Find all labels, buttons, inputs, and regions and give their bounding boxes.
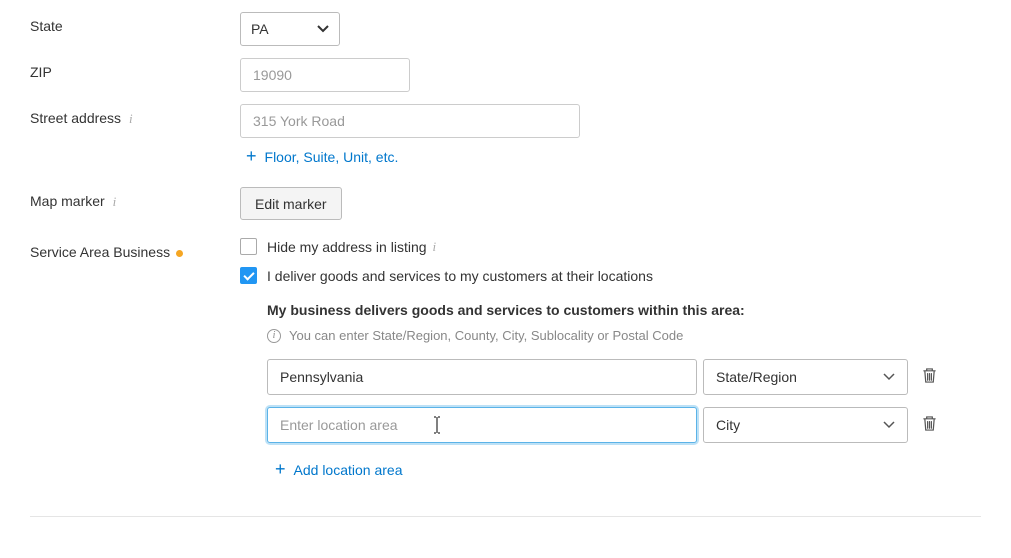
zip-label: ZIP [30, 58, 240, 80]
hide-address-checkbox[interactable] [240, 238, 257, 255]
plus-icon: + [275, 459, 286, 480]
service-area-label: Service Area Business [30, 244, 170, 260]
trash-icon [922, 367, 937, 384]
zip-input[interactable] [240, 58, 410, 92]
location-area-input[interactable] [267, 359, 697, 395]
delivery-heading: My business delivers goods and services … [267, 302, 981, 318]
street-input[interactable] [240, 104, 580, 138]
street-label: Street address [30, 110, 121, 126]
state-select[interactable]: PA [240, 12, 340, 46]
delivery-hint: You can enter State/Region, County, City… [289, 328, 683, 343]
info-icon[interactable]: i [129, 111, 133, 126]
location-type-select[interactable]: State/Region [703, 359, 908, 395]
location-type-select[interactable]: City [703, 407, 908, 443]
deliver-goods-checkbox[interactable] [240, 267, 257, 284]
add-floor-suite-link[interactable]: + Floor, Suite, Unit, etc. [246, 146, 398, 167]
delete-location-button[interactable] [918, 363, 941, 391]
edit-marker-button[interactable]: Edit marker [240, 187, 342, 220]
info-icon[interactable]: i [433, 239, 437, 255]
location-row: State/Region [267, 359, 981, 395]
plus-icon: + [246, 146, 257, 167]
section-divider [30, 516, 981, 517]
location-row: City [267, 407, 981, 443]
location-area-input[interactable] [267, 407, 697, 443]
hide-address-label: Hide my address in listing [267, 239, 427, 255]
state-label: State [30, 12, 240, 34]
delete-location-button[interactable] [918, 411, 941, 439]
indicator-dot-icon [176, 250, 183, 257]
info-icon[interactable]: i [113, 194, 117, 209]
map-marker-label: Map marker [30, 193, 105, 209]
add-location-area-link[interactable]: + Add location area [275, 459, 402, 480]
info-circle-icon: i [267, 329, 281, 343]
deliver-goods-label: I deliver goods and services to my custo… [267, 268, 653, 284]
trash-icon [922, 415, 937, 432]
